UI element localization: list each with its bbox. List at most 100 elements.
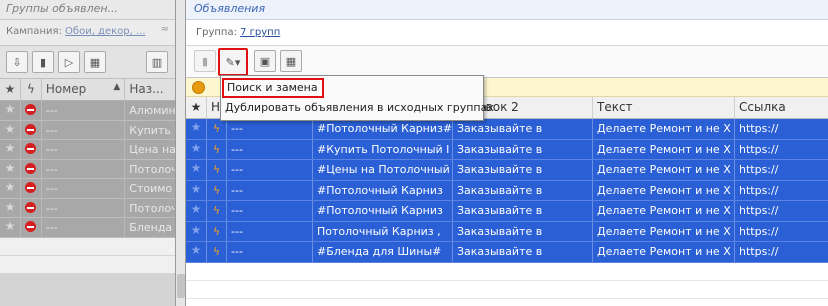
- ad-group-row[interactable]: ★ --- Алюмин: [0, 101, 175, 121]
- ad-groups-panel: Группы объявлен... Кампания: Обои, декор…: [0, 0, 176, 306]
- ad-row[interactable]: ★ ϟ --- #Купить Потолочный I Заказывайте в Де…: [186, 139, 828, 160]
- bolt-icon: ϟ: [207, 221, 227, 241]
- campaign-link[interactable]: Обои, декор, ...: [65, 26, 145, 37]
- name-column-header[interactable]: Наз...: [125, 79, 175, 100]
- ad-row[interactable]: ★ ϟ --- #Потолочный Карниз# Заказывайте в Дел…: [186, 119, 828, 140]
- star-column-icon[interactable]: ★: [186, 97, 207, 118]
- row-title: #Потолочный Карниз: [313, 180, 453, 200]
- row-number: ---: [227, 119, 313, 139]
- empty-row: [0, 255, 175, 274]
- sort-asc-icon: ▲: [113, 82, 121, 92]
- row-number: ---: [42, 198, 126, 217]
- edit-dropdown-menu: Поиск и замена Дублировать объявления в …: [220, 75, 494, 121]
- ads-panel: Объявления Группа: 7 групп ▮ ✎▾ ▣ ▦ ★ Н …: [186, 0, 828, 306]
- star-icon[interactable]: ★: [0, 120, 21, 139]
- row-text: Делаете Ремонт и не Х: [593, 242, 735, 262]
- number-column-header[interactable]: Номер ▲: [42, 79, 126, 100]
- ad-group-row[interactable]: ★ --- Стоимо: [0, 179, 175, 199]
- row-name: Потолоч: [129, 162, 175, 176]
- collapse-icon[interactable]: ≈: [161, 24, 169, 35]
- row-title: #Потолочный Карниз#: [313, 119, 453, 139]
- star-icon[interactable]: ★: [186, 221, 207, 241]
- table-icon[interactable]: ▦: [84, 51, 106, 73]
- star-icon[interactable]: ★: [186, 180, 207, 200]
- ad-row[interactable]: ★ ϟ --- Потолочный Карниз , Заказывайте в Дел…: [186, 221, 828, 242]
- number-header-label: Номер: [45, 82, 87, 96]
- menu-item-find-replace[interactable]: Поиск и замена: [222, 78, 324, 98]
- ads-list: ★ ϟ --- #Потолочный Карниз# Заказывайте в Дел…: [186, 119, 828, 263]
- row-title2: Заказывайте в: [453, 180, 593, 200]
- row-text: Делаете Ремонт и не Х: [593, 201, 735, 221]
- ad-row[interactable]: ★ ϟ --- #Потолочный Карниз Заказывайте в Дела…: [186, 201, 828, 222]
- document-icon[interactable]: ▮: [194, 50, 216, 72]
- star-icon[interactable]: ★: [0, 101, 21, 120]
- bolt-icon: ϟ: [207, 160, 227, 180]
- delete-icon[interactable]: ▥: [146, 51, 168, 73]
- row-name: Бленда ,: [129, 221, 175, 234]
- group-label: Группа:: [196, 27, 237, 38]
- row-name: Цена на: [129, 143, 175, 156]
- campaign-info: Кампания: Обои, декор, ... ≈: [0, 20, 175, 46]
- star-icon[interactable]: ★: [0, 159, 21, 178]
- campaign-label: Кампания:: [6, 26, 62, 37]
- document-icon[interactable]: ▮: [32, 51, 54, 73]
- row-title2: Заказывайте в: [453, 201, 593, 221]
- row-name: Потолоч: [129, 201, 175, 215]
- ad-group-row[interactable]: ★ --- Цена на: [0, 140, 175, 160]
- ads-title: Объявления: [186, 0, 828, 20]
- row-link: https://: [739, 204, 779, 217]
- text-column-header[interactable]: Текст: [593, 97, 735, 118]
- row-title2: Заказывайте в: [453, 160, 593, 180]
- menu-item-duplicate-ads[interactable]: Дублировать объявления в исходных группа…: [221, 98, 494, 118]
- star-icon[interactable]: ★: [0, 140, 21, 159]
- row-title2: Заказывайте в: [453, 119, 593, 139]
- bolt-icon: ϟ: [207, 139, 227, 159]
- ad-row[interactable]: ★ ϟ --- #Потолочный Карниз Заказывайте в Дела…: [186, 180, 828, 201]
- ad-group-row[interactable]: ★ --- Купить I: [0, 120, 175, 140]
- bolt-icon: ϟ: [207, 201, 227, 221]
- bolt-icon: ϟ: [207, 242, 227, 262]
- row-number: ---: [227, 139, 313, 159]
- ad-groups-scrollbar[interactable]: [176, 0, 186, 306]
- row-title2: Заказывайте в: [453, 139, 593, 159]
- row-title: #Цены на Потолочный: [313, 160, 453, 180]
- stop-icon: [21, 218, 42, 237]
- star-icon[interactable]: ★: [0, 198, 21, 217]
- star-column-icon[interactable]: ★: [0, 79, 21, 100]
- row-number: ---: [227, 242, 313, 262]
- star-icon[interactable]: ★: [186, 139, 207, 159]
- star-icon[interactable]: ★: [0, 218, 21, 237]
- bolt-column-icon[interactable]: ϟ: [21, 79, 42, 100]
- row-number: ---: [42, 120, 126, 139]
- link-column-header[interactable]: Ссылка: [735, 97, 828, 118]
- row-number: ---: [227, 180, 313, 200]
- star-icon[interactable]: ★: [186, 160, 207, 180]
- ads-toolbar: ▮ ✎▾ ▣ ▦: [186, 46, 828, 78]
- row-text: Делаете Ремонт и не Х: [593, 180, 735, 200]
- ad-group-row[interactable]: ★ --- Бленда ,: [0, 218, 175, 238]
- ad-row[interactable]: ★ ϟ --- #Бленда для Шины# Заказывайте в Делае…: [186, 242, 828, 263]
- star-icon[interactable]: ★: [186, 201, 207, 221]
- edit-menu-button[interactable]: ✎▾: [218, 48, 248, 76]
- row-link: https://: [739, 122, 779, 135]
- empty-row: [186, 281, 828, 299]
- star-icon[interactable]: ★: [0, 179, 21, 198]
- image-icon[interactable]: ▣: [254, 50, 276, 72]
- scrollbar-thumb[interactable]: [177, 274, 185, 298]
- bolt-icon: ϟ: [207, 119, 227, 139]
- row-number: ---: [227, 201, 313, 221]
- row-text: Делаете Ремонт и не Х: [593, 221, 735, 241]
- ad-row[interactable]: ★ ϟ --- #Цены на Потолочный Заказывайте в Дел…: [186, 160, 828, 181]
- download-icon[interactable]: ⇩: [6, 51, 28, 73]
- star-icon[interactable]: ★: [186, 242, 207, 262]
- move-icon[interactable]: ▷: [58, 51, 80, 73]
- row-number: ---: [227, 160, 313, 180]
- table-icon[interactable]: ▦: [280, 50, 302, 72]
- ad-group-row[interactable]: ★ --- Потолоч: [0, 159, 175, 179]
- ad-group-row[interactable]: ★ --- Потолоч: [0, 198, 175, 218]
- row-name: Купить I: [129, 123, 175, 137]
- ad-groups-toolbar: ⇩ ▮ ▷ ▦ ▥: [0, 46, 175, 79]
- row-number: ---: [42, 101, 126, 120]
- star-icon[interactable]: ★: [186, 119, 207, 139]
- group-link[interactable]: 7 групп: [240, 27, 280, 38]
